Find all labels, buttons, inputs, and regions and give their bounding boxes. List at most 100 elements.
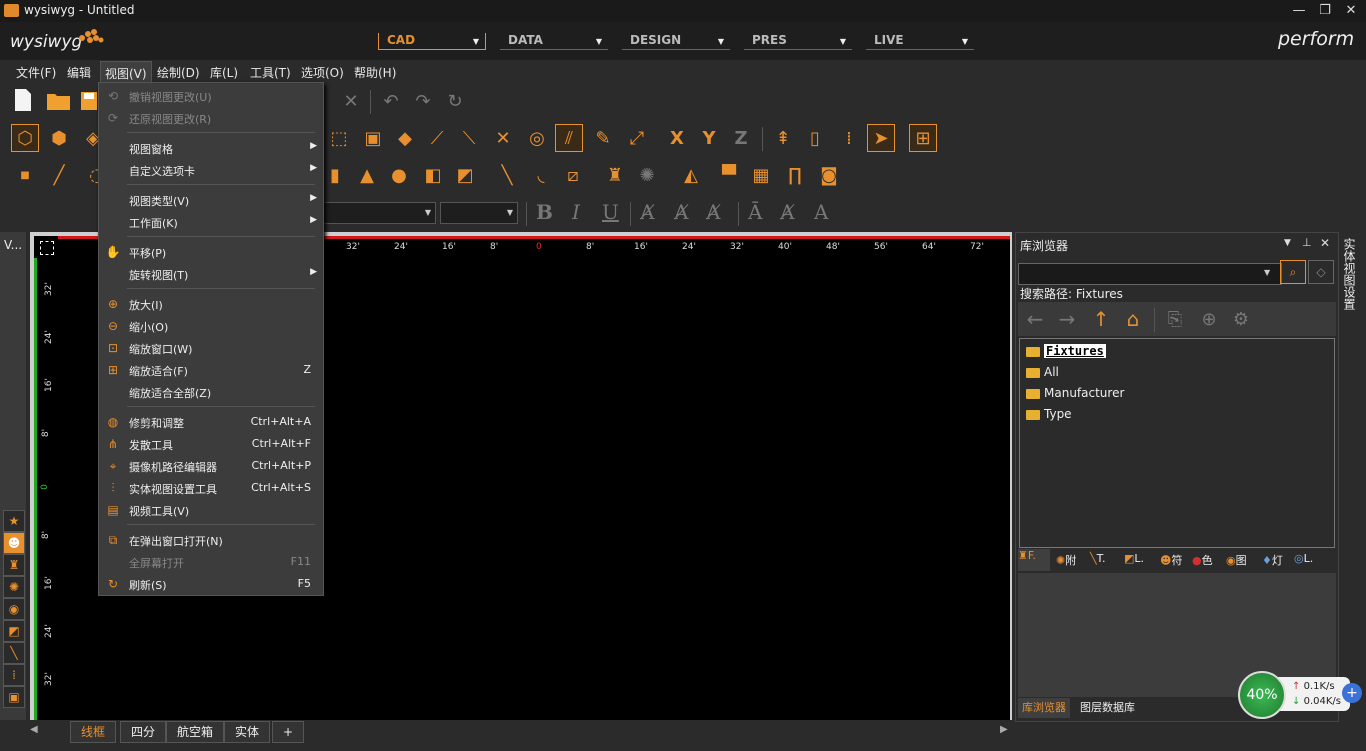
draw-line-icon[interactable]: ╱ (46, 162, 72, 188)
view-menu-item[interactable]: ⧉ 在弹出窗口打开(N) (99, 529, 323, 551)
star-icon[interactable]: ★ (3, 510, 25, 532)
restore-button[interactable]: ❐ (1314, 2, 1336, 20)
view-menu-item[interactable]: 视图类型(V) ▶ (99, 189, 323, 211)
scale-icon[interactable]: ⤢ (624, 125, 650, 151)
cube-wire-icon[interactable]: ⬢ (46, 125, 72, 151)
tab-symbols[interactable]: ☻符 (1160, 552, 1182, 568)
cube-solid-icon[interactable]: ⬡ (11, 124, 39, 152)
refresh-icon[interactable]: ↻ (442, 88, 468, 114)
mode-live[interactable]: LIVE ▼ (866, 33, 974, 50)
undo-icon[interactable]: ↶ (378, 88, 404, 114)
mode-data[interactable]: DATA ▼ (500, 33, 608, 50)
tree-item-type[interactable]: Type (1026, 407, 1072, 421)
grid-dots-icon[interactable]: ⁞ (836, 125, 862, 151)
tab-colors[interactable]: ●色 (1192, 552, 1213, 568)
tab-truss[interactable]: ╲T. (1090, 552, 1106, 565)
search-button[interactable]: ⌕ (1280, 260, 1306, 284)
text-middle-icon[interactable]: Ⱥ (780, 200, 794, 224)
new-file-button[interactable] (12, 88, 42, 116)
elevate-icon[interactable]: ⇞ (770, 125, 796, 151)
tab-accessories[interactable]: ✺附 (1056, 552, 1076, 568)
redo-icon[interactable]: ↷ (410, 88, 436, 114)
view-menu-item[interactable]: ⊖ 缩小(O) (99, 315, 323, 337)
center-select-icon[interactable]: ◎ (524, 125, 550, 151)
select-frame-icon[interactable]: ⬚ (326, 125, 352, 151)
text-top-icon[interactable]: Ā (748, 200, 762, 224)
eraser-icon[interactable]: ◩ (3, 620, 25, 642)
font-size-select[interactable]: ▼ (440, 202, 518, 224)
clear-search-button[interactable]: ◇ (1308, 260, 1334, 284)
cone-icon[interactable]: ▲ (354, 162, 380, 188)
wedge-icon[interactable]: ◧ (420, 162, 446, 188)
panel-close-icon[interactable]: ✕ (1320, 236, 1330, 250)
led-panel-icon[interactable]: ▦ (748, 162, 774, 188)
view-menu-item[interactable]: 视图窗格 ▶ (99, 137, 323, 159)
view-menu-item[interactable]: ⊕ 放大(I) (99, 293, 323, 315)
scroll-left-icon[interactable]: ◀ (30, 724, 38, 735)
color-wheel-icon[interactable]: ◉ (3, 598, 25, 620)
up-arrow-icon[interactable]: ↑ (1088, 306, 1114, 332)
sphere-icon[interactable]: ● (386, 162, 412, 188)
insert-icon[interactable]: ⊞ (909, 124, 937, 152)
person-icon[interactable]: ☻ (3, 532, 25, 554)
side-tab-solid-view-settings[interactable]: 实体视图设置 (1340, 238, 1358, 310)
library-search-input[interactable] (1018, 263, 1282, 285)
menu-library[interactable]: 库(L) (210, 64, 238, 81)
view-menu-item[interactable]: 工作面(K) ▶ (99, 211, 323, 233)
tab-layers[interactable]: ◩L. (1124, 552, 1144, 565)
select-arrow-icon[interactable]: ➤ (867, 124, 895, 152)
menu-options[interactable]: 选项(O) (301, 64, 344, 81)
square-point-icon[interactable]: ■ (12, 162, 38, 188)
menu-file[interactable]: 文件(F) (16, 64, 56, 81)
menu-draw[interactable]: 绘制(D) (157, 64, 200, 81)
minimize-button[interactable]: — (1288, 2, 1310, 20)
tab-lamps[interactable]: ♦灯 (1262, 552, 1283, 568)
bold-button[interactable]: B (536, 200, 553, 224)
text-align-right-icon[interactable]: Ⱥ (706, 200, 720, 224)
projector-screen-icon[interactable]: ▀ (716, 162, 742, 188)
menu-tools[interactable]: 工具(T) (250, 64, 291, 81)
underline-button[interactable]: U (602, 200, 619, 224)
view-menu-item[interactable]: 缩放适合全部(Z) (99, 381, 323, 403)
tree-item-all[interactable]: All (1026, 365, 1059, 379)
view-menu-item[interactable]: ↻ 刷新(S) F5 (99, 573, 323, 595)
save-button[interactable] (80, 90, 98, 114)
tab-flightcase[interactable]: 航空箱 (166, 721, 225, 743)
view-menu-item[interactable]: ⫶ 实体视图设置工具 Ctrl+Alt+S (99, 477, 323, 499)
ruler-corner[interactable] (34, 236, 58, 258)
open-folder-button[interactable] (46, 90, 74, 114)
axis-z-button[interactable]: Z (728, 125, 754, 151)
axis-x-button[interactable]: X (664, 125, 690, 151)
text-align-left-icon[interactable]: Ⱥ (640, 200, 654, 224)
tab-layer-database[interactable]: 图层数据库 (1080, 698, 1135, 718)
delete-icon[interactable]: ✕ (338, 88, 364, 114)
tab-wireframe[interactable]: 线框 (70, 721, 117, 743)
font-select[interactable]: ▼ (322, 202, 436, 224)
boost-button[interactable]: + (1342, 683, 1362, 703)
tab-lenses[interactable]: ◎L. (1294, 552, 1313, 565)
fixture-icon[interactable]: ♜ (3, 554, 25, 576)
view-menu-item[interactable]: ⊡ 缩放窗口(W) (99, 337, 323, 359)
eraser-icon[interactable]: ◩ (452, 162, 478, 188)
add-item-icon[interactable]: ⊕ (1196, 306, 1222, 332)
view-menu-item[interactable]: 旋转视图(T) ▶ (99, 263, 323, 285)
truss-icon[interactable]: ⫽ (555, 124, 583, 152)
cross-select-icon[interactable]: ✕ (490, 125, 516, 151)
back-arrow-icon[interactable]: ← (1022, 306, 1048, 332)
tab-quad[interactable]: 四分 (120, 721, 167, 743)
paint-icon[interactable]: ◭ (678, 162, 704, 188)
tree-item-fixtures[interactable]: Fixtures (1026, 344, 1106, 358)
gobo-icon[interactable]: ✺ (3, 576, 25, 598)
import-icon[interactable]: ⎘ (1162, 306, 1188, 332)
panel-menu-icon[interactable]: ▼ (1284, 238, 1291, 248)
fixture-icon[interactable]: ♜ (602, 162, 628, 188)
text-align-center-icon[interactable]: Ⱥ (674, 200, 688, 224)
mouse-icon[interactable]: ▯ (802, 125, 828, 151)
forward-arrow-icon[interactable]: → (1054, 306, 1080, 332)
curtain-icon[interactable]: ∏ (782, 162, 808, 188)
line-select-2-icon[interactable]: ⟍ (456, 125, 482, 151)
select-box-icon[interactable]: ▣ (360, 125, 386, 151)
scroll-right-icon[interactable]: ▶ (1000, 724, 1008, 735)
mode-pres[interactable]: PRES ▼ (744, 33, 852, 50)
axis-y-button[interactable]: Y (696, 125, 722, 151)
